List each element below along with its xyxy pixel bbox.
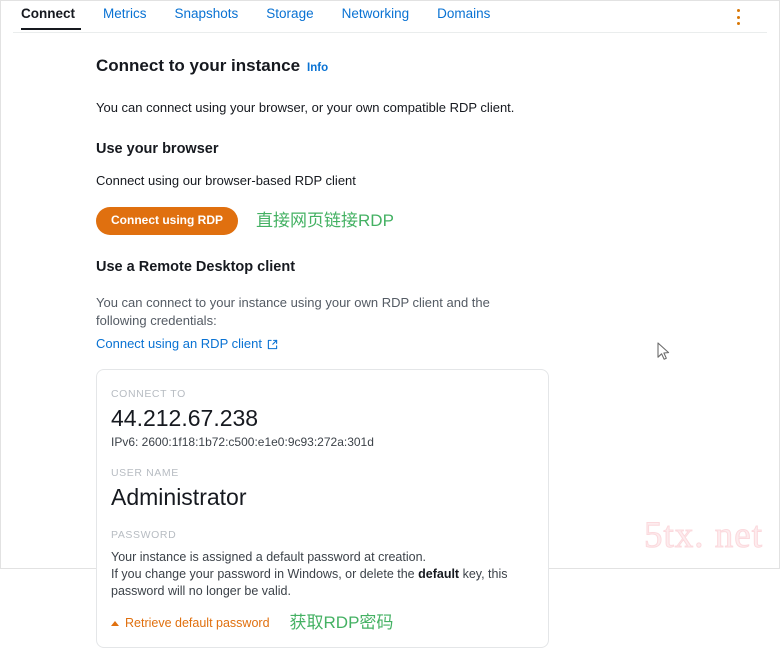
- section-desc-client: You can connect to your instance using y…: [96, 295, 490, 328]
- kebab-menu-icon[interactable]: [731, 7, 745, 27]
- info-link[interactable]: Info: [307, 57, 328, 79]
- tab-storage[interactable]: Storage: [252, 1, 327, 31]
- retrieve-password-row: Retrieve default password 获取RDP密码: [111, 613, 534, 633]
- tab-domains[interactable]: Domains: [423, 1, 504, 31]
- section-heading-browser: Use your browser: [96, 141, 219, 157]
- annotation-retrieve-password: 获取RDP密码: [289, 613, 394, 632]
- retrieve-default-password-link[interactable]: Retrieve default password: [111, 615, 270, 632]
- user-name-value: Administrator: [111, 484, 247, 510]
- tab-metrics-label: Metrics: [103, 6, 147, 21]
- user-name-label: USER NAME: [111, 467, 179, 479]
- annotation-browser-rdp: 直接网页链接RDP: [256, 211, 394, 230]
- user-name-block: USER NAME Administrator: [111, 467, 534, 512]
- password-note-default-keyword: default: [418, 567, 460, 581]
- kebab-dot-3: [736, 22, 740, 25]
- connect-to-value: 44.212.67.238: [111, 405, 259, 431]
- credentials-card: CONNECT TO 44.212.67.238 IPv6: 2600:1f18…: [96, 369, 549, 648]
- password-block: PASSWORD Your instance is assigned a def…: [111, 529, 534, 633]
- section-heading-client: Use a Remote Desktop client: [96, 259, 296, 275]
- tab-networking-label: Networking: [341, 6, 410, 21]
- tab-networking[interactable]: Networking: [328, 1, 424, 31]
- connect-using-rdp-client-link[interactable]: Connect using an RDP client: [96, 335, 278, 353]
- tab-connect[interactable]: Connect: [13, 1, 89, 31]
- password-note-line2-pre: If you change your password in Windows, …: [111, 567, 419, 581]
- page-lead-text: You can connect using your browser, or y…: [96, 100, 515, 115]
- caret-up-icon: [111, 620, 119, 626]
- tab-storage-label: Storage: [266, 6, 314, 21]
- connect-using-rdp-client-link-label: Connect using an RDP client: [96, 336, 262, 351]
- kebab-dot-2: [736, 15, 740, 19]
- ipv6-value: IPv6: 2600:1f18:1b72:c500:e1e0:9c93:272a…: [111, 435, 374, 449]
- kebab-dot-1: [736, 9, 740, 12]
- tab-snapshots-label: Snapshots: [174, 6, 239, 21]
- connect-to-label: CONNECT TO: [111, 388, 186, 400]
- tab-bar: Connect Metrics Snapshots Storage Networ…: [1, 1, 779, 33]
- password-label: PASSWORD: [111, 529, 177, 541]
- section-desc-browser: Connect using our browser-based RDP clie…: [96, 173, 356, 188]
- retrieve-default-password-label: Retrieve default password: [125, 615, 270, 630]
- tab-snapshots[interactable]: Snapshots: [161, 1, 253, 31]
- tab-metrics[interactable]: Metrics: [89, 1, 161, 31]
- tab-domains-label: Domains: [437, 6, 491, 21]
- tab-bar-divider: [13, 32, 767, 33]
- password-note-line1: Your instance is assigned a default pass…: [111, 550, 427, 564]
- tab-connect-label: Connect: [21, 6, 75, 21]
- external-link-icon: [267, 339, 278, 350]
- connect-to-block: CONNECT TO 44.212.67.238 IPv6: 2600:1f18…: [111, 388, 534, 450]
- page-title-text: Connect to your instance: [96, 56, 301, 75]
- main-content: Connect to your instance Info You can co…: [1, 33, 779, 648]
- password-note: Your instance is assigned a default pass…: [111, 549, 534, 600]
- connect-button-row: Connect using RDP 直接网页链接RDP: [96, 207, 779, 235]
- connect-using-rdp-button[interactable]: Connect using RDP: [96, 207, 239, 235]
- page-title: Connect to your instance Info: [96, 55, 779, 79]
